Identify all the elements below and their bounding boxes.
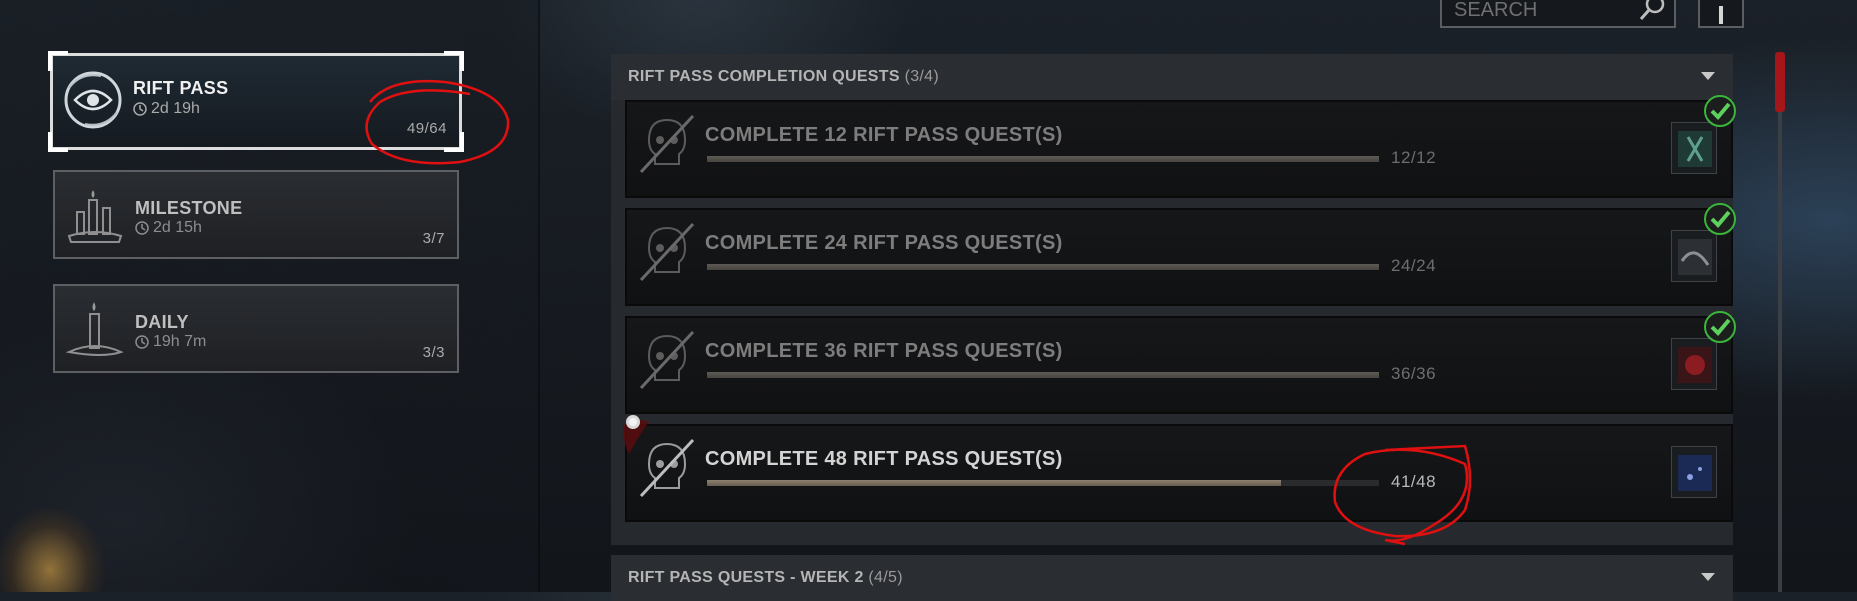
clock-icon xyxy=(135,335,149,349)
section-header-week-2[interactable]: RIFT PASS QUESTS - WEEK 2 (4/5) xyxy=(611,555,1733,601)
category-milestone[interactable]: MILESTONE 2d 15h 3/7 xyxy=(53,170,459,259)
quest-progress-bar xyxy=(707,372,1379,378)
category-timer-text: 2d 15h xyxy=(153,219,202,236)
quest-row[interactable]: COMPLETE 36 RIFT PASS QUEST(S) 36/36 xyxy=(625,311,1736,414)
quest-title: COMPLETE 48 RIFT PASS QUEST(S) xyxy=(705,448,1063,470)
category-timer: 2d 15h xyxy=(135,219,202,237)
reward-item[interactable] xyxy=(1671,122,1717,174)
info-button[interactable] xyxy=(1698,0,1744,28)
clock-icon xyxy=(133,102,147,116)
skull-crossed-icon xyxy=(639,222,695,282)
quest-row[interactable]: COMPLETE 24 RIFT PASS QUEST(S) 24/24 xyxy=(625,203,1736,306)
reward-item[interactable] xyxy=(1671,338,1717,390)
search-box xyxy=(1440,0,1676,28)
scrollbar-thumb[interactable] xyxy=(1775,52,1785,112)
candles-icon xyxy=(67,190,123,243)
category-daily[interactable]: DAILY 19h 7m 3/3 xyxy=(53,284,459,373)
quest-progress-text: 24/24 xyxy=(1391,256,1437,275)
skull-crossed-icon xyxy=(639,330,695,390)
category-count: 3/3 xyxy=(422,344,445,361)
quest-progress-fill xyxy=(707,480,1281,486)
search-input[interactable] xyxy=(1452,0,1636,24)
quest-progress-text: 41/48 xyxy=(1391,472,1437,491)
quest-progress-bar xyxy=(707,156,1379,162)
candle-glow-decoration xyxy=(0,470,150,592)
candle-icon xyxy=(65,302,124,356)
category-timer: 2d 19h xyxy=(133,100,200,118)
section-title-text: RIFT PASS COMPLETION QUESTS xyxy=(628,68,900,85)
quest-title: COMPLETE 24 RIFT PASS QUEST(S) xyxy=(705,232,1063,254)
skull-crossed-icon xyxy=(639,114,695,174)
category-timer-text: 19h 7m xyxy=(153,333,207,350)
quest-progress-bar xyxy=(707,264,1379,270)
section-count: (3/4) xyxy=(904,68,939,85)
reward-icon xyxy=(1678,131,1712,167)
category-count: 3/7 xyxy=(422,230,445,247)
category-count: 49/64 xyxy=(406,120,447,137)
check-icon xyxy=(1704,95,1736,127)
quest-row[interactable]: COMPLETE 48 RIFT PASS QUEST(S) 41/48 xyxy=(625,424,1733,522)
quest-title: COMPLETE 36 RIFT PASS QUEST(S) xyxy=(705,340,1063,362)
scrollbar-track[interactable] xyxy=(1778,54,1782,592)
quest-row[interactable]: COMPLETE 12 RIFT PASS QUEST(S) 12/12 xyxy=(625,95,1736,198)
reward-icon xyxy=(1678,239,1712,275)
section-count: (4/5) xyxy=(868,569,903,586)
quest-progress-text: 36/36 xyxy=(1391,364,1437,383)
reward-item[interactable] xyxy=(1671,230,1717,282)
section-title-text: RIFT PASS QUESTS - WEEK 2 xyxy=(628,569,864,586)
section-header-completion-quests[interactable]: RIFT PASS COMPLETION QUESTS (3/4) xyxy=(611,54,1733,100)
quest-progress-fill xyxy=(707,264,1379,270)
quest-list: COMPLETE 12 RIFT PASS QUEST(S) 12/12 COM… xyxy=(611,95,1736,545)
category-timer: 19h 7m xyxy=(135,333,206,351)
quest-progress-bar xyxy=(707,480,1379,486)
quest-progress-text: 12/12 xyxy=(1391,148,1437,167)
category-rift-pass[interactable]: RIFT PASS 2d 19h 49/64 xyxy=(48,51,464,152)
eye-swirl-icon xyxy=(64,71,122,129)
clock-icon xyxy=(135,221,149,235)
chevron-down-icon[interactable] xyxy=(1701,72,1715,80)
blood-pin-icon xyxy=(623,415,649,454)
reward-icon xyxy=(1678,455,1712,491)
panel-divider xyxy=(538,0,540,592)
quest-progress-fill xyxy=(707,156,1379,162)
section-title: RIFT PASS QUESTS - WEEK 2 (4/5) xyxy=(628,569,903,587)
search-icon[interactable] xyxy=(1636,0,1668,24)
reward-icon xyxy=(1678,347,1712,383)
category-timer-text: 2d 19h xyxy=(151,100,200,117)
section-title: RIFT PASS COMPLETION QUESTS (3/4) xyxy=(628,68,939,86)
reward-item[interactable] xyxy=(1671,446,1717,498)
category-title: MILESTONE xyxy=(135,198,243,218)
quest-title: COMPLETE 12 RIFT PASS QUEST(S) xyxy=(705,124,1063,146)
info-icon xyxy=(1719,6,1723,24)
category-title: RIFT PASS xyxy=(133,78,229,98)
chevron-down-icon[interactable] xyxy=(1701,573,1715,581)
quest-progress-fill xyxy=(707,372,1379,378)
category-title: DAILY xyxy=(135,312,189,332)
check-icon xyxy=(1704,311,1736,343)
check-icon xyxy=(1704,203,1736,235)
